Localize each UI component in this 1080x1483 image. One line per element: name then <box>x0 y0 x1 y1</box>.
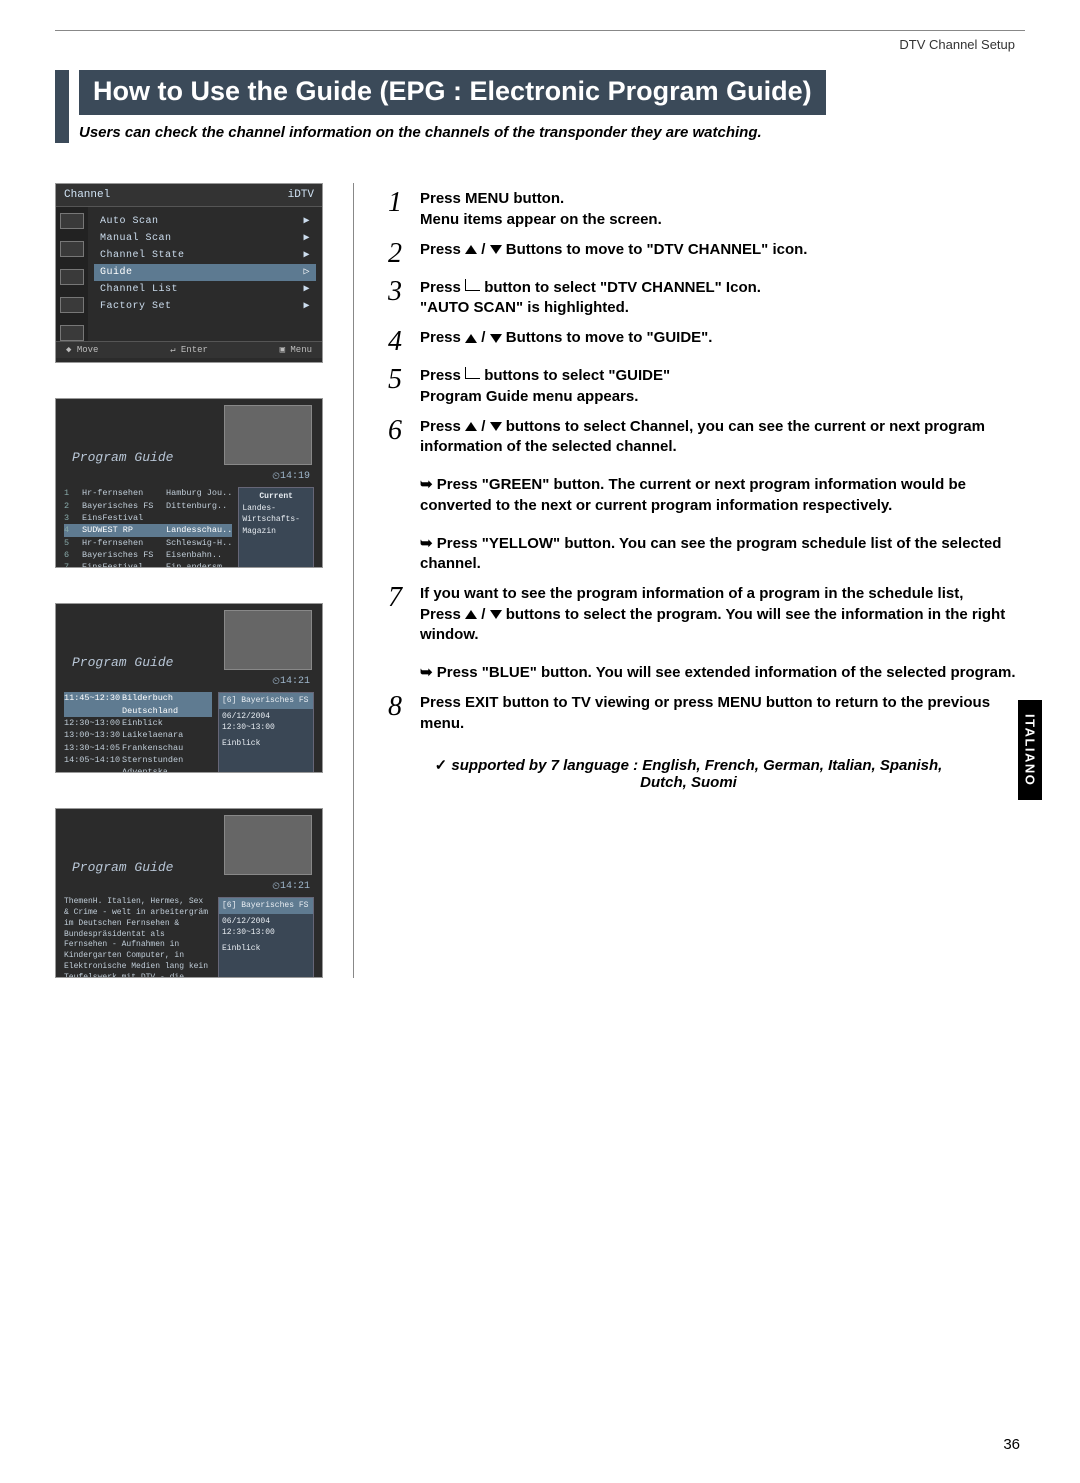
menu-icon <box>60 213 84 229</box>
page: DTV Channel Setup How to Use the Guide (… <box>0 0 1080 1483</box>
pg-clock: 14:21 <box>280 676 310 688</box>
screenshot-program-guide-3: Program Guide ⏲ 14:21 ThemenH. Italien, … <box>55 808 323 978</box>
step-5: 5 Press buttons to select "GUIDE" Progra… <box>384 366 1025 407</box>
title-row: How to Use the Guide (EPG : Electronic P… <box>55 70 1025 143</box>
enter-icon <box>465 279 480 291</box>
step-text: Menu items appear on the screen. <box>420 211 662 228</box>
up-icon <box>465 245 477 254</box>
page-subtitle: Users can check the channel information … <box>79 123 1025 143</box>
step-sub: Press "YELLOW" button. You can see the p… <box>420 534 1025 575</box>
step-number: 7 <box>384 584 406 612</box>
menu-icon <box>60 325 84 341</box>
hint-enter: Enter <box>181 345 208 355</box>
down-icon <box>490 422 502 431</box>
step-number: 2 <box>384 240 406 268</box>
menu-icon <box>60 297 84 313</box>
step-number: 6 <box>384 417 406 445</box>
step-number: 1 <box>384 189 406 217</box>
step-7: 7 If you want to see the program informa… <box>384 584 1025 683</box>
content-row: Channel iDTV Auto Scan▶ Manual Scan▶ C <box>55 183 1025 978</box>
step-text: Press EXIT button to TV viewing or press… <box>420 694 990 731</box>
down-icon <box>490 245 502 254</box>
screenshots-column: Channel iDTV Auto Scan▶ Manual Scan▶ C <box>55 183 323 978</box>
menu-item-selected: Guide <box>100 264 133 281</box>
step-3: 3 Press button to select "DTV CHANNEL" I… <box>384 278 1025 319</box>
screenshot-program-guide-1: Program Guide ⏲ 14:19 1Hr-fernsehenHambu… <box>55 398 323 568</box>
pg-thumbnail <box>224 405 312 465</box>
pg-clock: 14:19 <box>280 471 310 483</box>
up-icon <box>465 334 477 343</box>
down-icon <box>490 610 502 619</box>
step-sub: Press "BLUE" button. You will see extend… <box>420 663 1025 683</box>
menu-item: Channel State <box>100 247 185 264</box>
step-text: Press <box>420 241 465 258</box>
page-number: 36 <box>1003 1436 1020 1453</box>
pg-channel-list: 1Hr-fernsehenHamburg Jou.. 2Bayerisches … <box>64 487 232 568</box>
down-icon <box>490 334 502 343</box>
language-side-tab: ITALIANO <box>1018 700 1042 800</box>
step-4: 4 Press / Buttons to move to "GUIDE". <box>384 328 1025 356</box>
page-title: How to Use the Guide (EPG : Electronic P… <box>79 70 826 115</box>
step-text: Press MENU button. <box>420 190 564 207</box>
pg-title: Program Guide <box>72 655 173 670</box>
pg-info-box: [6] Bayerisches FS 06/12/2004 12:30~13:0… <box>218 692 314 773</box>
pg-thumbnail <box>224 610 312 670</box>
pg-info-box: [6] Bayerisches FS 06/12/2004 12:30~13:0… <box>218 897 314 978</box>
step-8: 8 Press EXIT button to TV viewing or pre… <box>384 693 1025 734</box>
top-rule <box>55 30 1025 31</box>
pg-title: Program Guide <box>72 450 173 465</box>
step-1: 1 Press MENU button. Menu items appear o… <box>384 189 1025 230</box>
pg-schedule-list: 11:45~12:30Bilderbuch Deutschland 12:30~… <box>64 692 212 773</box>
step-number: 8 <box>384 693 406 721</box>
menu-item: Manual Scan <box>100 230 172 247</box>
pg-detail-text: ThemenH. Italien, Hermes, Sex & Crime - … <box>64 897 212 978</box>
vertical-rule <box>353 183 354 978</box>
menu-icon-rail <box>56 207 88 341</box>
menu-list: Auto Scan▶ Manual Scan▶ Channel State▶ G… <box>88 207 322 341</box>
title-accent-bar <box>55 70 69 143</box>
steps-column: 1 Press MENU button. Menu items appear o… <box>384 183 1025 978</box>
step-6: 6 Press / buttons to select Channel, you… <box>384 417 1025 575</box>
menu-item: Auto Scan <box>100 213 159 230</box>
screenshot-channel-menu: Channel iDTV Auto Scan▶ Manual Scan▶ C <box>55 183 323 363</box>
menu-title: Channel <box>64 189 110 201</box>
step-sub: Press "GREEN" button. The current or nex… <box>420 475 1025 516</box>
pg-info-box: Current Landes-Wirtschafts-Magazin <box>238 487 314 568</box>
menu-item: Factory Set <box>100 298 172 315</box>
up-icon <box>465 610 477 619</box>
step-number: 5 <box>384 366 406 394</box>
section-header: DTV Channel Setup <box>55 37 1025 52</box>
menu-mode: iDTV <box>288 189 314 201</box>
menu-icon <box>60 269 84 285</box>
menu-item: Channel List <box>100 281 178 298</box>
hint-menu: Menu <box>290 345 312 355</box>
hint-move: Move <box>77 345 99 355</box>
pg-thumbnail <box>224 815 312 875</box>
language-note: supported by 7 language : English, Frenc… <box>384 748 1025 799</box>
pg-title: Program Guide <box>72 860 173 875</box>
step-text: Press <box>420 279 465 296</box>
step-2: 2 Press / Buttons to move to "DTV CHANNE… <box>384 240 1025 268</box>
step-number: 4 <box>384 328 406 356</box>
menu-icon <box>60 241 84 257</box>
enter-icon <box>465 367 480 379</box>
up-icon <box>465 422 477 431</box>
screenshot-program-guide-2: Program Guide ⏲ 14:21 11:45~12:30Bilderb… <box>55 603 323 773</box>
pg-clock: 14:21 <box>280 881 310 893</box>
step-number: 3 <box>384 278 406 306</box>
